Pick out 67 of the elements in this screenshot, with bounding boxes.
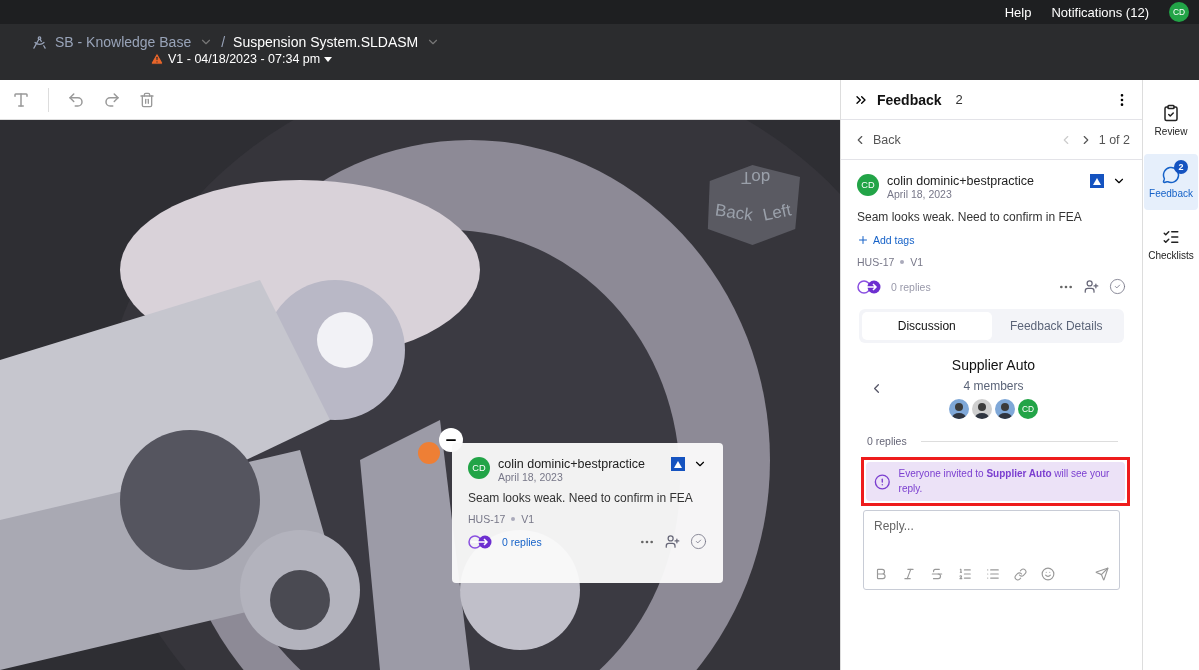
redo-icon[interactable] xyxy=(103,90,121,109)
link-icon[interactable] xyxy=(1014,567,1027,581)
version-selector[interactable]: V1 - 04/18/2023 - 07:34 pm xyxy=(168,52,321,66)
separator-dot-icon xyxy=(511,517,516,521)
flag-icon xyxy=(671,457,685,471)
add-user-icon[interactable] xyxy=(1084,279,1099,294)
resolve-icon[interactable] xyxy=(690,533,707,550)
author-name: colin dominic+bestpractice xyxy=(887,174,1035,188)
feedback-id: HUS-17 xyxy=(857,256,895,268)
compass-icon xyxy=(32,34,47,50)
replies-count: 0 replies xyxy=(867,435,907,447)
version-label: V1 xyxy=(521,513,535,525)
feedback-id: HUS-17 xyxy=(468,513,506,525)
link-arrows-icon xyxy=(468,534,492,549)
rail-tab[interactable]: Checklists xyxy=(1144,216,1198,272)
notifications-link[interactable]: Notifications (12) xyxy=(1051,4,1149,20)
italic-icon[interactable] xyxy=(902,567,916,581)
numbered-list-icon[interactable] xyxy=(958,567,972,581)
delete-icon[interactable] xyxy=(139,91,155,108)
author-name: colin dominic+bestpractice xyxy=(498,457,646,471)
link-arrows-icon xyxy=(857,279,881,294)
clipboard-icon xyxy=(1162,103,1180,122)
comment-text: Seam looks weak. Need to confirm in FEA xyxy=(857,210,1083,224)
send-icon[interactable] xyxy=(1095,567,1109,581)
member-avatar xyxy=(995,399,1015,419)
file-name[interactable]: Suspension System.SLDASM xyxy=(233,34,419,50)
bold-icon[interactable] xyxy=(874,567,888,581)
text-tool-icon[interactable] xyxy=(12,90,30,109)
resolve-icon[interactable] xyxy=(1109,278,1126,295)
user-avatar: CD xyxy=(468,457,490,479)
breadcrumb-separator: / xyxy=(221,34,226,50)
member-avatar xyxy=(949,399,969,419)
panel-title: Feedback xyxy=(877,91,942,108)
notice-text: Everyone invited to Supplier Auto will see your reply. xyxy=(898,467,1111,496)
rail-tab[interactable]: Review xyxy=(1144,92,1198,148)
comment-date: April 18, 2023 xyxy=(887,188,953,200)
chat-bubble-icon xyxy=(1162,165,1180,184)
help-link[interactable]: Help xyxy=(1004,4,1032,20)
group-name: Supplier Auto xyxy=(951,357,1036,373)
tab[interactable]: Feedback Details xyxy=(991,312,1121,340)
version-label: V1 xyxy=(910,256,924,268)
bullet-list-icon[interactable] xyxy=(986,567,1000,581)
back-link[interactable]: Back xyxy=(873,132,901,147)
warning-icon xyxy=(150,52,164,66)
plus-icon xyxy=(857,234,869,246)
emoji-icon[interactable] xyxy=(1041,567,1055,581)
replies-link[interactable]: 0 replies xyxy=(502,535,542,548)
separator-dot-icon xyxy=(900,260,905,264)
comment-date: April 18, 2023 xyxy=(498,471,564,483)
comment-text: Seam looks weak. Need to confirm in FEA xyxy=(468,491,694,505)
caret-icon[interactable] xyxy=(324,56,333,62)
info-icon xyxy=(874,472,891,491)
workspace-name[interactable]: SB - Knowledge Base xyxy=(55,34,192,50)
count-badge: 2 xyxy=(1174,160,1188,174)
strikethrough-icon[interactable] xyxy=(930,567,944,581)
user-avatar: CD xyxy=(1018,399,1038,419)
member-avatar xyxy=(972,399,992,419)
rail-tab[interactable]: Feedback 2 xyxy=(1144,154,1198,210)
add-user-icon[interactable] xyxy=(665,534,680,549)
pager-label: 1 of 2 xyxy=(1098,132,1130,147)
flag-icon xyxy=(1090,174,1104,188)
add-tags-link[interactable]: Add tags xyxy=(873,234,915,246)
member-count: 4 members xyxy=(963,379,1024,393)
undo-icon[interactable] xyxy=(67,90,85,109)
tab[interactable]: Discussion xyxy=(862,312,992,340)
user-avatar: CD xyxy=(857,174,879,196)
feedback-count: 2 xyxy=(955,92,963,107)
